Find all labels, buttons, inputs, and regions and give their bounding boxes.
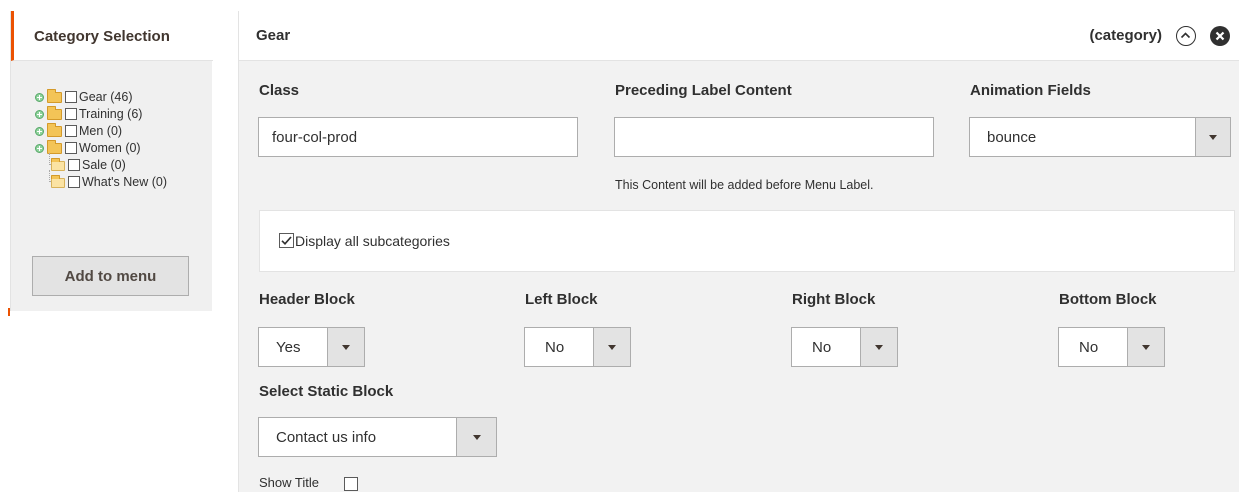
- tree-item-label: Men (0): [79, 124, 123, 138]
- tree-item-men[interactable]: Men (0): [35, 123, 215, 139]
- tree-item-whats-new[interactable]: What's New (0): [35, 170, 215, 190]
- category-checkbox[interactable]: [65, 142, 77, 154]
- left-block-value: No: [545, 339, 565, 356]
- checkmark-icon: [281, 236, 292, 246]
- display-subcategories-checkbox[interactable]: [279, 233, 294, 248]
- chevron-down-icon[interactable]: [1195, 118, 1230, 156]
- menu-item-settings-panel: Gear (category) Class Preceding Label Co…: [238, 11, 1239, 492]
- category-checkbox[interactable]: [68, 176, 80, 188]
- right-block-select[interactable]: No: [791, 327, 898, 367]
- header-block-label: Header Block: [259, 291, 355, 308]
- left-block-select[interactable]: No: [524, 327, 631, 367]
- category-checkbox[interactable]: [68, 159, 80, 171]
- chevron-up-circle-icon[interactable]: [1176, 26, 1196, 46]
- preceding-label-note: This Content will be added before Menu L…: [615, 178, 874, 192]
- category-selection-title: Category Selection: [34, 28, 170, 45]
- tree-item-sale[interactable]: Sale (0): [35, 153, 215, 173]
- tree-item-training[interactable]: Training (6): [35, 106, 215, 122]
- add-to-menu-button[interactable]: Add to menu: [32, 256, 189, 296]
- category-selection-panel: Category Selection Gear (46) Training (6…: [10, 11, 215, 311]
- folder-icon: [47, 123, 62, 137]
- category-checkbox[interactable]: [65, 108, 77, 120]
- tree-item-label: What's New (0): [82, 175, 168, 189]
- class-input[interactable]: [258, 117, 578, 157]
- tree-item-women[interactable]: Women (0): [35, 140, 215, 156]
- expand-plus-icon[interactable]: [35, 127, 44, 136]
- expand-plus-icon[interactable]: [35, 144, 44, 153]
- folder-icon: [51, 175, 65, 188]
- tree-item-label: Gear (46): [79, 90, 133, 104]
- tree-item-gear[interactable]: Gear (46): [35, 89, 215, 105]
- header-block-select[interactable]: Yes: [258, 327, 365, 367]
- class-label: Class: [259, 82, 300, 99]
- show-title-label: Show Title: [259, 475, 319, 490]
- accent-marker: [8, 308, 10, 316]
- tree-item-label: Women (0): [79, 141, 141, 155]
- static-block-value: Contact us info: [276, 429, 377, 446]
- panel-header[interactable]: Gear (category): [239, 11, 1239, 61]
- chevron-down-icon[interactable]: [860, 328, 897, 366]
- bottom-block-label: Bottom Block: [1059, 291, 1157, 308]
- chevron-down-icon[interactable]: [1127, 328, 1164, 366]
- folder-icon: [47, 106, 62, 120]
- expand-plus-icon[interactable]: [35, 110, 44, 119]
- right-block-value: No: [812, 339, 832, 356]
- tree-item-label: Sale (0): [82, 158, 126, 172]
- right-block-label: Right Block: [792, 291, 876, 308]
- animation-fields-select[interactable]: bounce: [969, 117, 1231, 157]
- preceding-label-content-input[interactable]: [614, 117, 934, 157]
- category-checkbox[interactable]: [65, 125, 77, 137]
- animation-fields-value: bounce: [987, 129, 1037, 146]
- left-block-label: Left Block: [525, 291, 598, 308]
- panel-title: Gear: [256, 27, 291, 44]
- show-title-checkbox[interactable]: [344, 477, 358, 491]
- bottom-block-select[interactable]: No: [1058, 327, 1165, 367]
- select-static-block-label: Select Static Block: [259, 383, 394, 400]
- animation-fields-label: Animation Fields: [970, 82, 1091, 99]
- header-block-value: Yes: [276, 339, 301, 356]
- tree-item-label: Training (6): [79, 107, 143, 121]
- display-subcategories-panel: Display all subcategories: [259, 210, 1235, 272]
- folder-icon: [47, 89, 62, 103]
- category-checkbox[interactable]: [65, 91, 77, 103]
- chevron-down-icon[interactable]: [593, 328, 630, 366]
- expand-plus-icon[interactable]: [35, 93, 44, 102]
- display-subcategories-label: Display all subcategories: [295, 233, 450, 249]
- item-type-label: (category): [1089, 27, 1162, 44]
- category-selection-tab[interactable]: Category Selection: [11, 11, 213, 61]
- close-circle-icon[interactable]: [1210, 26, 1230, 46]
- chevron-down-icon[interactable]: [456, 418, 496, 456]
- bottom-block-value: No: [1079, 339, 1099, 356]
- chevron-down-icon[interactable]: [327, 328, 364, 366]
- static-block-select[interactable]: Contact us info: [258, 417, 497, 457]
- preceding-label-content-label: Preceding Label Content: [615, 82, 792, 99]
